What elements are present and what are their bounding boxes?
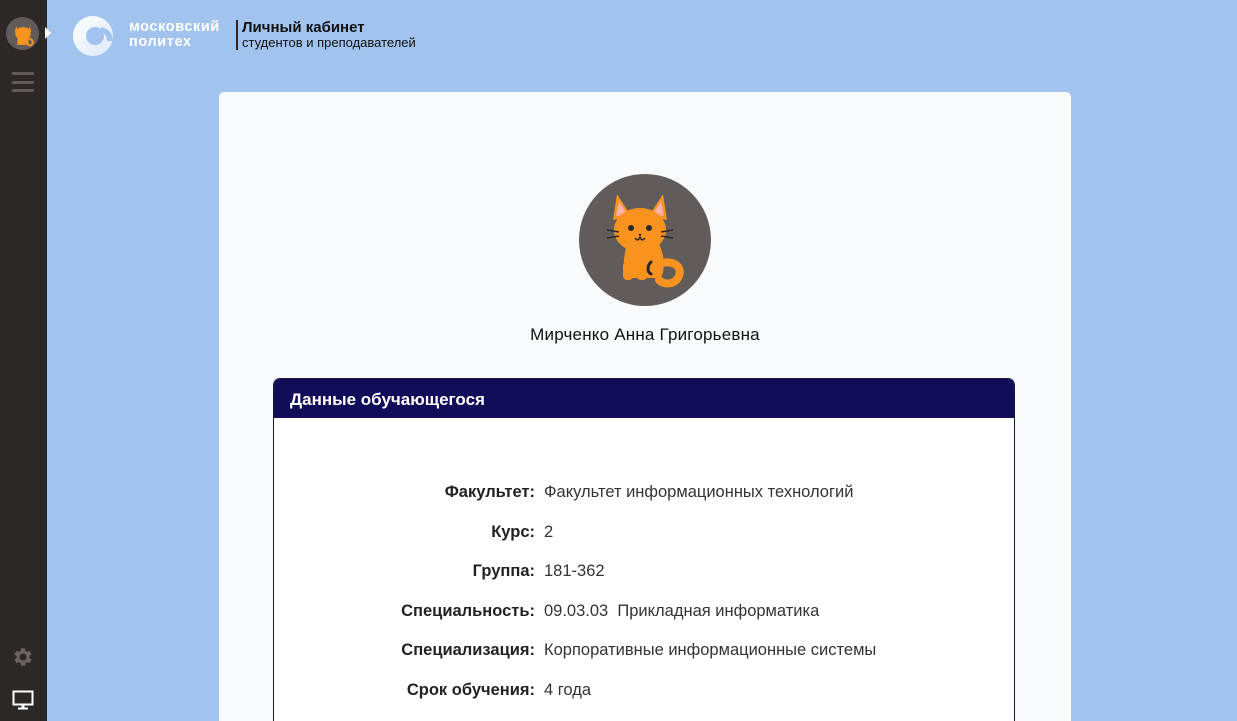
info-row-group: Группа: 181-362 <box>274 562 1014 602</box>
info-row-faculty: Факультет: Факультет информационных техн… <box>274 483 1014 523</box>
gear-icon[interactable] <box>11 645 35 669</box>
student-info-list: Факультет: Факультет информационных техн… <box>274 483 1014 721</box>
info-value: 09.03.03 Прикладная информатика <box>544 601 820 620</box>
info-value: 4 года <box>544 680 592 699</box>
info-label: Специальность: <box>401 601 535 620</box>
info-row-course: Курс: 2 <box>274 522 1014 563</box>
info-label: Группа: <box>472 562 535 581</box>
info-label: Факультет: <box>444 483 535 501</box>
info-value: 181-362 <box>544 562 605 581</box>
cat-icon <box>606 194 684 288</box>
profile-card: Мирченко Анна Григорьевна Данные обучающ… <box>219 92 1071 721</box>
info-value: Факультет информационных технологий <box>544 483 854 501</box>
profile-photo <box>579 174 711 306</box>
info-label: Курс: <box>491 522 535 541</box>
polytech-logo-icon[interactable] <box>71 15 115 57</box>
monitor-icon[interactable] <box>11 688 35 712</box>
cat-icon <box>14 25 34 46</box>
student-data-panel: Данные обучающегося Факультет: Факультет… <box>273 378 1015 721</box>
logo-line-2: политех <box>129 34 192 50</box>
cabinet-subtitle: студентов и преподавателей <box>242 35 416 50</box>
profile-name: Мирченко Анна Григорьевна <box>530 325 760 344</box>
hamburger-icon[interactable] <box>12 72 34 92</box>
info-row-study-duration: Срок обучения: 4 года <box>274 680 1014 721</box>
expand-arrow-icon[interactable] <box>45 27 51 39</box>
info-value: Корпоративные информационные системы <box>544 641 877 660</box>
logo-divider <box>236 20 238 50</box>
university-logo-text: московский политех <box>129 20 220 50</box>
info-label: Специализация: <box>401 641 535 660</box>
info-row-specialty: Специальность: 09.03.03 Прикладная инфор… <box>274 601 1014 642</box>
panel-title: Данные обучающегося <box>274 379 1014 418</box>
sidebar <box>0 0 51 721</box>
info-value: 2 <box>544 522 554 541</box>
cabinet-title: Личный кабинет <box>242 19 365 36</box>
logo-line-1: московский <box>129 19 220 35</box>
info-row-specialization: Специализация: Корпоративные информацион… <box>274 641 1014 681</box>
user-avatar[interactable] <box>6 17 39 50</box>
info-label: Срок обучения: <box>406 680 535 699</box>
